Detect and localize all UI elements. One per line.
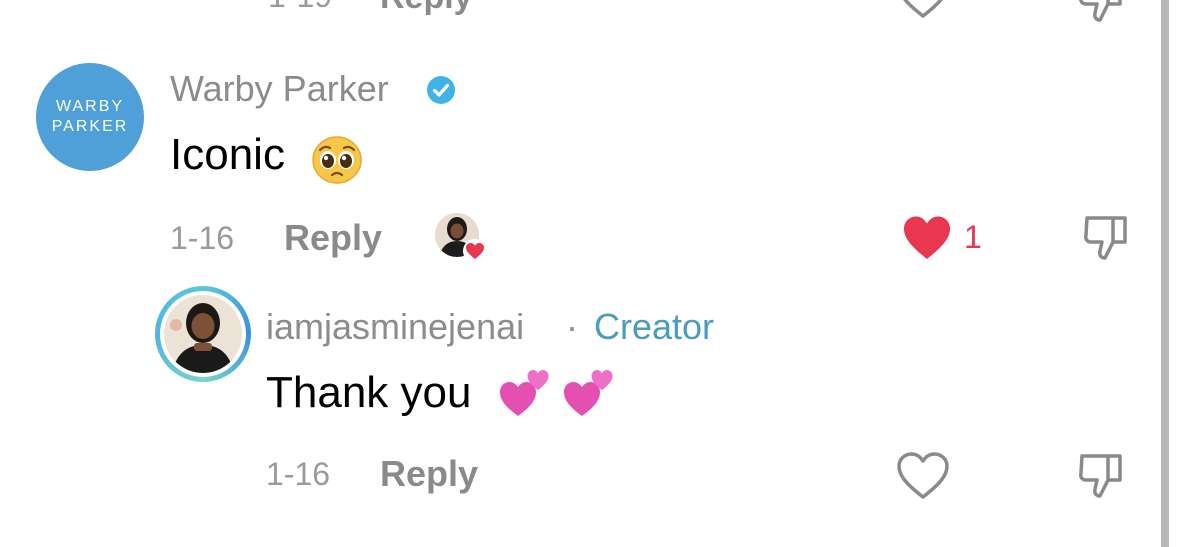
avatar-text-line1: WARBY xyxy=(55,98,125,115)
comment-reply-button[interactable]: Reply xyxy=(284,217,382,259)
author-separator: · xyxy=(566,306,578,347)
scrollbar[interactable] xyxy=(1161,0,1169,547)
reply-reply-button[interactable]: Reply xyxy=(380,453,478,495)
previous-comment-reply-button[interactable]: Reply xyxy=(380,0,473,17)
avatar-text-line2: PARKER xyxy=(51,118,129,135)
creator-badge: Creator xyxy=(594,306,715,347)
thumbs-down-outline-icon[interactable] xyxy=(1081,212,1133,269)
reply-text: Thank you xyxy=(266,368,472,417)
comment-text: Iconic xyxy=(170,130,285,179)
reply-author[interactable]: iamjasminejenai xyxy=(266,306,524,348)
pleading-face-emoji-icon xyxy=(312,136,362,189)
comment-author[interactable]: Warby Parker xyxy=(170,68,389,110)
heart-outline-icon[interactable] xyxy=(895,451,951,506)
previous-comment-date: 1-19 xyxy=(268,0,332,15)
creator-liked-indicator xyxy=(435,213,487,263)
heart-filled-small-icon xyxy=(463,239,487,268)
like-count: 1 xyxy=(964,219,982,255)
two-hearts-emoji-icon xyxy=(562,366,616,425)
avatar[interactable]: WARBY PARKER xyxy=(36,63,144,171)
creator-avatar xyxy=(164,295,242,373)
heart-outline-icon[interactable] xyxy=(895,0,951,25)
creator-avatar-ring[interactable] xyxy=(155,286,251,382)
verified-badge-icon xyxy=(426,75,456,110)
comment-date: 1-16 xyxy=(170,220,235,256)
thumbs-down-outline-icon[interactable] xyxy=(1076,450,1128,507)
reply-date: 1-16 xyxy=(266,456,331,492)
heart-filled-icon[interactable] xyxy=(901,214,953,267)
thumbs-down-outline-icon[interactable] xyxy=(1076,0,1128,31)
two-hearts-emoji-icon xyxy=(498,366,552,425)
